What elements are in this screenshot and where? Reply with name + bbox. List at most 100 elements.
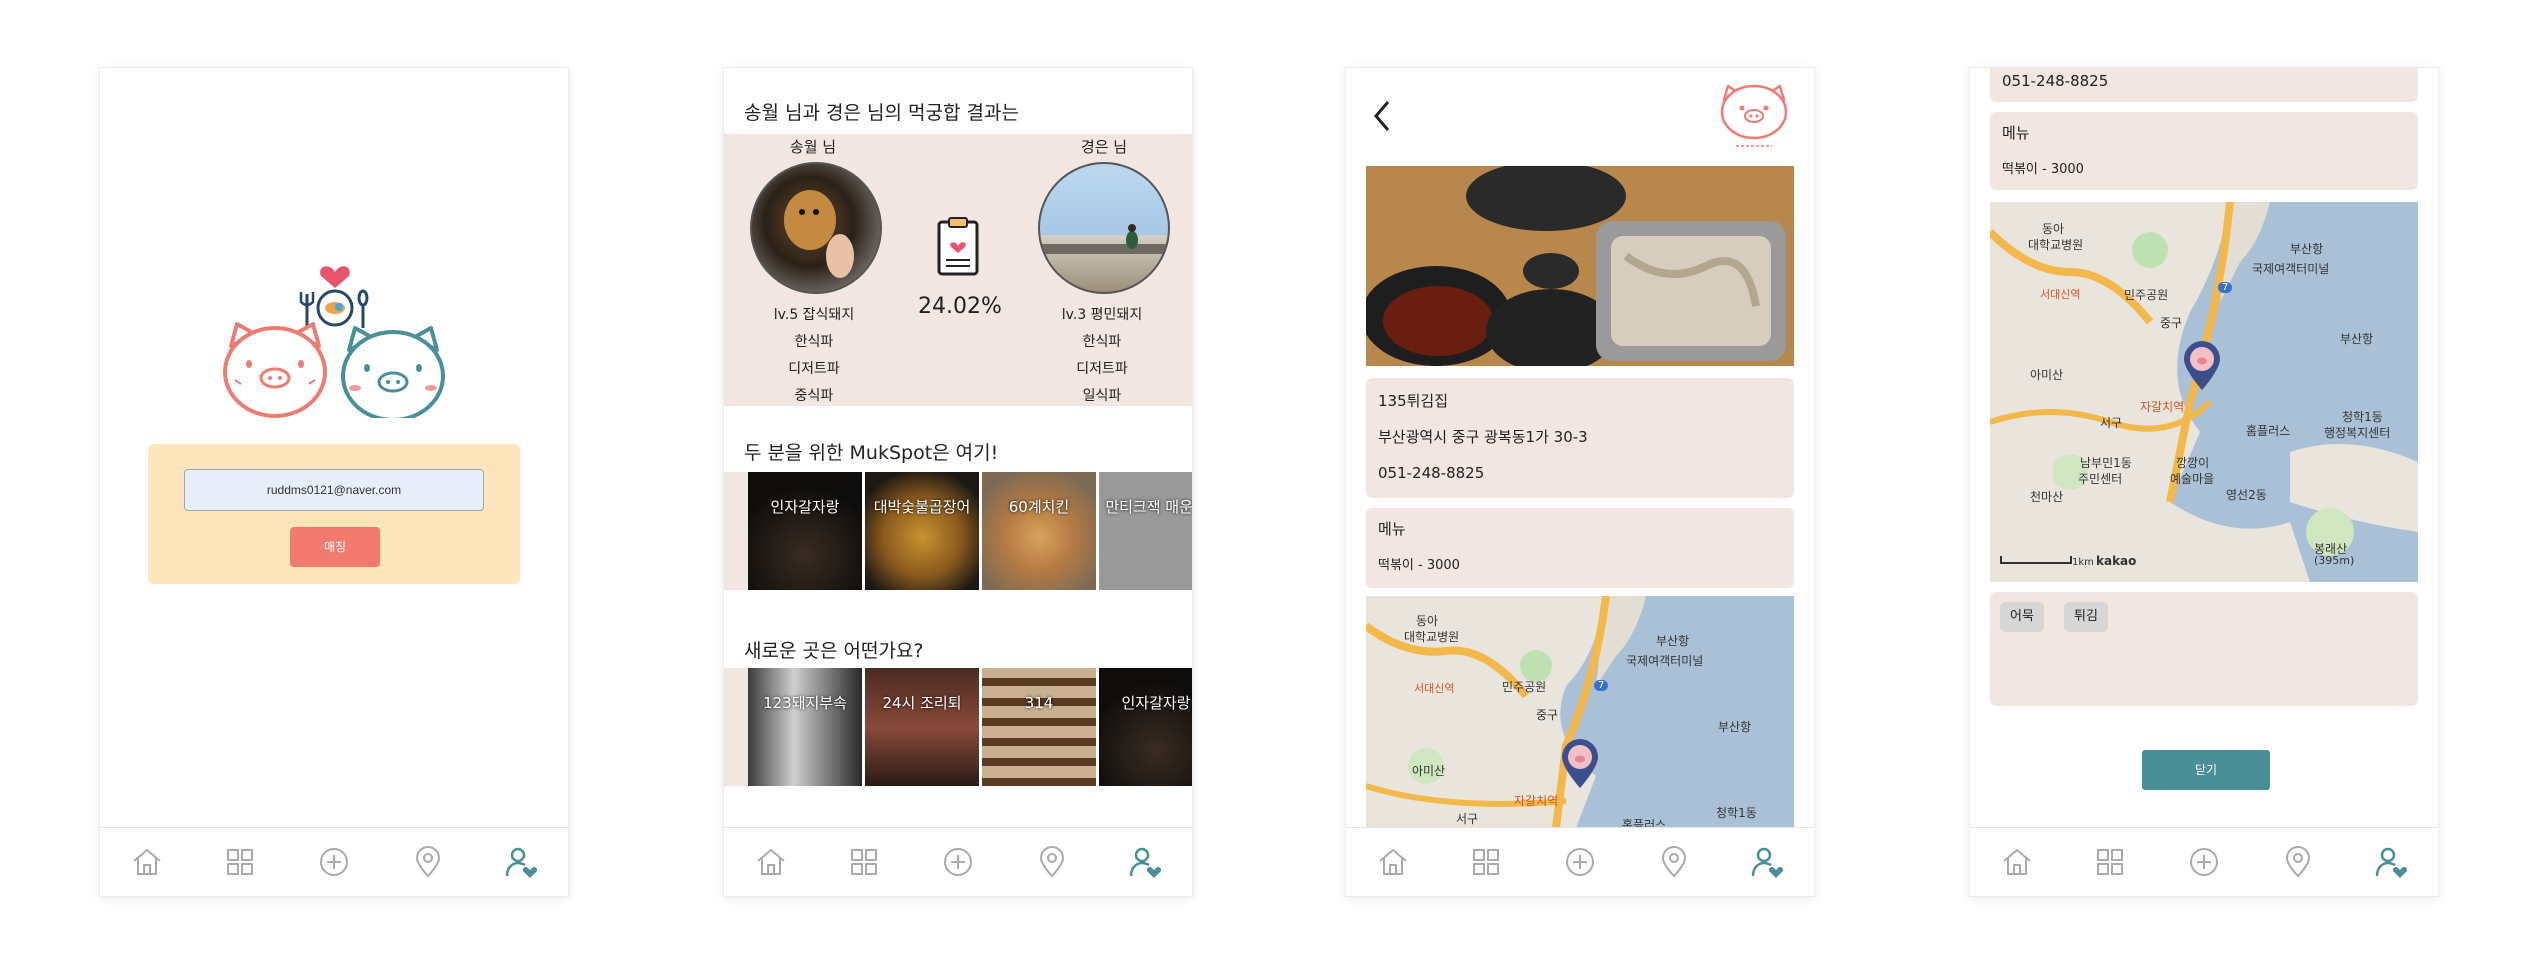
user-heart-icon: [1751, 847, 1784, 878]
right-avatar: [1038, 162, 1170, 294]
location-map[interactable]: 동아 대학교병원 부산항 국제여객터미널 민주공원 중구 아미산 부산항 자갈치…: [1366, 596, 1794, 828]
map-label: 부산항: [1718, 720, 1752, 734]
place-card[interactable]: 인자갈자랑: [748, 472, 862, 590]
home-icon: [133, 848, 161, 875]
map-label: 아미산: [2030, 368, 2064, 382]
map-label: 부산항: [2340, 332, 2374, 346]
tab-profile[interactable]: [2371, 842, 2411, 882]
tab-map[interactable]: [2278, 842, 2318, 882]
grid-icon: [851, 849, 878, 875]
place-name: 123돼지부속: [763, 694, 847, 712]
tab-add[interactable]: [2184, 842, 2224, 882]
tab-bar: [1346, 827, 1814, 896]
place-detail-scrolled-screen: 051-248-8825 메뉴 떡볶이 - 3000 동아 대학교병원 부산항 …: [1970, 68, 2438, 896]
place-name: 대박숯불곱장어: [873, 498, 971, 516]
mukspot-section-title: 두 분을 위한 MukSpot은 여기!: [744, 442, 999, 464]
place-card[interactable]: 314: [982, 668, 1096, 786]
map-label: 민주공원: [2124, 288, 2169, 302]
tab-home[interactable]: [751, 842, 791, 882]
map-label: 대학교병원: [2028, 238, 2084, 252]
place-name: 인자갈자랑: [1121, 694, 1191, 712]
map-label: 국제여객터미널: [2252, 262, 2330, 276]
map-label: 국제여객터미널: [1626, 654, 1704, 668]
place-name: 314: [1024, 694, 1054, 712]
place-card[interactable]: 인자갈자랑: [1099, 668, 1192, 786]
map-label: 서구: [2100, 416, 2123, 430]
map-label: 서구: [1456, 812, 1479, 826]
tab-grid[interactable]: [1466, 842, 1506, 882]
compatibility-panel: 송월 님 lv.5 잡식돼지 한식파 디저트파 중식파 24.02% 경은 님 …: [724, 134, 1192, 406]
place-address: 부산광역시 중구 광복동1가 30-3: [1378, 428, 1588, 446]
mukspot-carousel[interactable]: 인자갈자랑 대박숯불곱장어 60계치킨 만티크잭 매운맛: [748, 472, 1192, 590]
tab-add[interactable]: [938, 842, 978, 882]
tab-profile[interactable]: [1747, 842, 1787, 882]
map-label: 행정복지센터: [2324, 426, 2391, 440]
tab-profile[interactable]: [1125, 842, 1165, 882]
back-button[interactable]: [1368, 96, 1398, 136]
map-label: 영선2동: [2226, 488, 2267, 502]
right-traits: lv.3 평민돼지 한식파 디저트파 일식파: [1032, 302, 1172, 410]
pig-logo: [1716, 82, 1792, 152]
map-label: 중구: [2160, 316, 2183, 330]
tab-home[interactable]: [1373, 842, 1413, 882]
user-heart-icon: [505, 847, 538, 878]
place-card[interactable]: 60계치킨: [982, 472, 1096, 590]
plus-circle-icon: [2189, 848, 2218, 876]
trait: 디저트파: [788, 361, 840, 377]
place-phone: 051-248-8825: [1378, 464, 1485, 482]
grid-icon: [227, 849, 254, 875]
close-button[interactable]: 닫기: [2142, 750, 2270, 790]
menu-card: 메뉴 떡볶이 - 3000: [1366, 508, 1794, 588]
menu-item: 떡볶이 - 3000: [1378, 558, 1460, 573]
map-label: 홈플러스: [2246, 424, 2291, 438]
tab-map[interactable]: [408, 842, 448, 882]
tab-grid[interactable]: [220, 842, 260, 882]
tab-home[interactable]: [127, 842, 167, 882]
menu-item: 떡볶이 - 3000: [2002, 162, 2084, 177]
tag-chip[interactable]: 튀김: [2064, 602, 2108, 632]
place-name: 만티크잭 매운맛: [1105, 498, 1192, 516]
place-card[interactable]: 24시 조리퇴: [865, 668, 979, 786]
tab-bar: [100, 827, 568, 896]
place-card[interactable]: 대박숯불곱장어: [865, 472, 979, 590]
place-name: 인자갈자랑: [770, 498, 840, 516]
map-label: 부산항: [2290, 242, 2324, 256]
place-card[interactable]: 123돼지부속: [748, 668, 862, 786]
tab-map[interactable]: [1654, 842, 1694, 882]
strip-edge: [724, 668, 748, 786]
clipboard-heart-icon: [936, 216, 980, 280]
map-label: 중구: [1536, 708, 1559, 722]
map-scale-bar: [2000, 556, 2072, 564]
map-label: 주민센터: [2078, 472, 2123, 486]
tab-grid[interactable]: [844, 842, 884, 882]
plus-circle-icon: [943, 848, 972, 876]
right-person-name: 경은 님: [1080, 138, 1128, 156]
match-button[interactable]: 매칭: [290, 527, 380, 567]
match-result-screen: 송월 님과 경은 님의 먹궁합 결과는 송월 님 lv.5 잡식돼지 한식파 디…: [724, 68, 1192, 896]
map-label: 청학1동: [1716, 806, 1757, 820]
home-icon: [757, 848, 785, 875]
email-field[interactable]: [184, 469, 484, 511]
left-avatar: [750, 162, 882, 294]
map-label: 1km: [2072, 557, 2094, 568]
tab-bar: [1970, 827, 2438, 896]
trait: 디저트파: [1076, 361, 1128, 377]
tab-home[interactable]: [1997, 842, 2037, 882]
tab-profile[interactable]: [501, 842, 541, 882]
new-places-carousel[interactable]: 123돼지부속 24시 조리퇴 314 인자갈자랑: [748, 668, 1192, 786]
place-card[interactable]: 만티크잭 매운맛: [1099, 472, 1192, 590]
tag-chip[interactable]: 어묵: [2000, 602, 2044, 632]
map-label: 예술마을: [2170, 472, 2215, 486]
location-pin-icon: [1039, 846, 1064, 878]
chevron-left-icon: [1374, 101, 1390, 131]
tab-map[interactable]: [1032, 842, 1072, 882]
tab-add[interactable]: [1560, 842, 1600, 882]
map-label: 동아: [2042, 222, 2065, 236]
tab-add[interactable]: [314, 842, 354, 882]
plus-circle-icon: [319, 848, 348, 876]
location-map[interactable]: 동아 대학교병원 부산항 국제여객터미널 민주공원 중구 부산항 아미산 자갈치…: [1990, 202, 2418, 582]
trait: 일식파: [1082, 388, 1122, 404]
tab-grid[interactable]: [2090, 842, 2130, 882]
plus-circle-icon: [1565, 848, 1594, 876]
map-label: 서대신역: [2040, 288, 2081, 301]
